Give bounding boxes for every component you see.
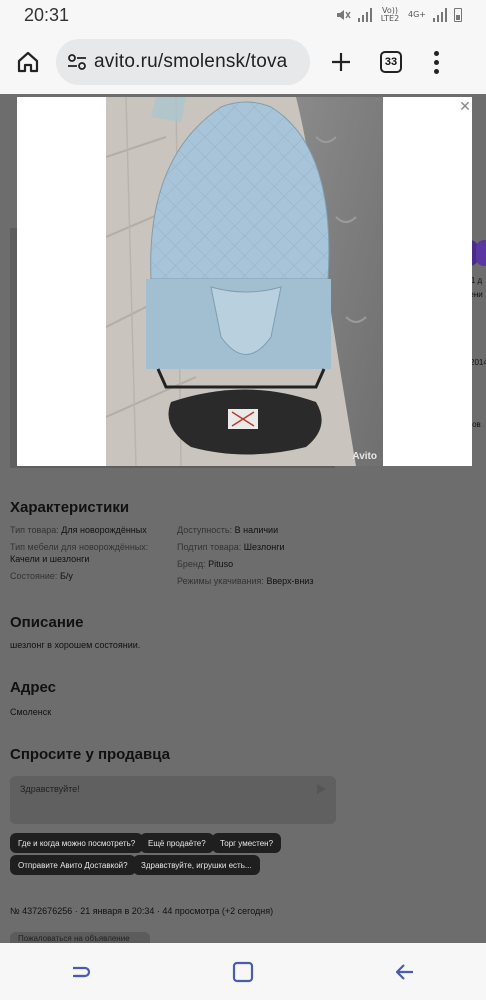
product-photo[interactable]: Avito: [106, 97, 383, 466]
char-item: Бренд: Pituso: [177, 558, 233, 570]
browser-toolbar: avito.ru/smolensk/tova 33: [0, 30, 486, 94]
side-text-fragment: 2014: [470, 358, 486, 367]
recents-button[interactable]: [51, 947, 111, 997]
char-item: Тип мебели для новорождённых: Качели и ш…: [10, 541, 170, 565]
signal-icon-2: [433, 8, 447, 22]
menu-dot-icon: [433, 50, 439, 56]
char-value: Pituso: [208, 559, 234, 569]
report-button[interactable]: Пожаловаться на объявление: [10, 932, 150, 943]
quick-question-chip[interactable]: Где и когда можно посмотреть?: [10, 833, 144, 853]
char-item: Режимы укачивания: Вверх-вниз: [177, 575, 313, 587]
send-icon[interactable]: [317, 784, 326, 794]
site-settings-icon[interactable]: [66, 52, 88, 72]
char-key: Состояние:: [10, 571, 58, 581]
address-text: Смоленск: [10, 707, 52, 717]
quick-question-chip[interactable]: Торг уместен?: [212, 833, 282, 853]
char-key: Доступность:: [177, 525, 233, 535]
home-button[interactable]: [0, 34, 56, 90]
ask-seller-title: Спросите у продавца: [10, 746, 170, 763]
back-button[interactable]: [375, 947, 435, 997]
browser-menu-button[interactable]: [416, 37, 456, 87]
char-value: Б/у: [59, 571, 73, 581]
listing-meta: № 4372676256 · 21 января в 20:34 · 44 пр…: [10, 906, 274, 916]
char-value: Вверх-вниз: [266, 576, 314, 586]
char-value: Для новорождённых: [61, 525, 147, 535]
watermark-text: Avito: [352, 451, 377, 462]
message-input-text: Здравствуйте!: [20, 784, 80, 794]
menu-dot-icon: [433, 59, 439, 65]
image-viewer: Avito ✕: [17, 97, 472, 466]
quick-question-chip[interactable]: Ещё продаёте?: [140, 833, 214, 853]
char-key: Бренд:: [177, 559, 206, 569]
new-tab-button[interactable]: [316, 37, 366, 87]
close-icon[interactable]: ✕: [458, 99, 472, 113]
tab-switcher-button[interactable]: 33: [366, 37, 416, 87]
message-input[interactable]: Здравствуйте!: [10, 776, 336, 824]
description-title: Описание: [10, 614, 84, 631]
address-title: Адрес: [10, 679, 57, 696]
tab-count: 33: [380, 51, 402, 73]
char-item: Подтип товара: Шезлонги: [177, 541, 285, 553]
plus-icon: [332, 53, 350, 71]
network-label-2: 4G+: [408, 10, 426, 19]
char-item: Доступность: В наличии: [177, 524, 278, 536]
seller-badge: [476, 240, 486, 266]
char-key: Тип мебели для новорождённых:: [10, 542, 149, 552]
char-key: Тип товара:: [10, 525, 59, 535]
description-text: шезлонг в хорошем состоянии.: [10, 640, 141, 650]
char-item: Состояние: Б/у: [10, 570, 73, 582]
network-label: Vo)) LTE2: [380, 6, 400, 23]
home-nav-button[interactable]: [213, 947, 273, 997]
status-icons: Vo)) LTE2 4G+: [335, 7, 462, 23]
signal-icon: [358, 8, 372, 22]
menu-dot-icon: [433, 68, 439, 74]
address-bar[interactable]: avito.ru/smolensk/tova: [56, 39, 310, 85]
char-value: В наличии: [234, 525, 279, 535]
url-text: avito.ru/smolensk/tova: [94, 51, 288, 72]
recents-icon: [73, 966, 91, 977]
char-key: Подтип товара:: [177, 542, 242, 552]
battery-icon: [454, 8, 462, 22]
home-icon: [17, 51, 39, 73]
quick-question-chip[interactable]: Здравствуйте, игрушки есть...: [133, 855, 260, 875]
char-key: Режимы укачивания:: [177, 576, 264, 586]
char-value: Качели и шезлонги: [10, 554, 90, 564]
back-arrow-icon: [395, 963, 413, 980]
characteristics-title: Характеристики: [10, 499, 130, 516]
status-time: 20:31: [24, 4, 70, 25]
char-value: Шезлонги: [243, 542, 285, 552]
status-bar: 20:31 Vo)) LTE2 4G+: [0, 0, 486, 30]
baby-bouncer-image: [106, 97, 383, 466]
quick-question-chip[interactable]: Отправите Авито Доставкой?: [10, 855, 136, 875]
mute-icon: [337, 10, 351, 20]
home-square-icon: [232, 961, 254, 982]
system-nav-bar: [0, 943, 486, 1000]
char-item: Тип товара: Для новорождённых: [10, 524, 147, 536]
